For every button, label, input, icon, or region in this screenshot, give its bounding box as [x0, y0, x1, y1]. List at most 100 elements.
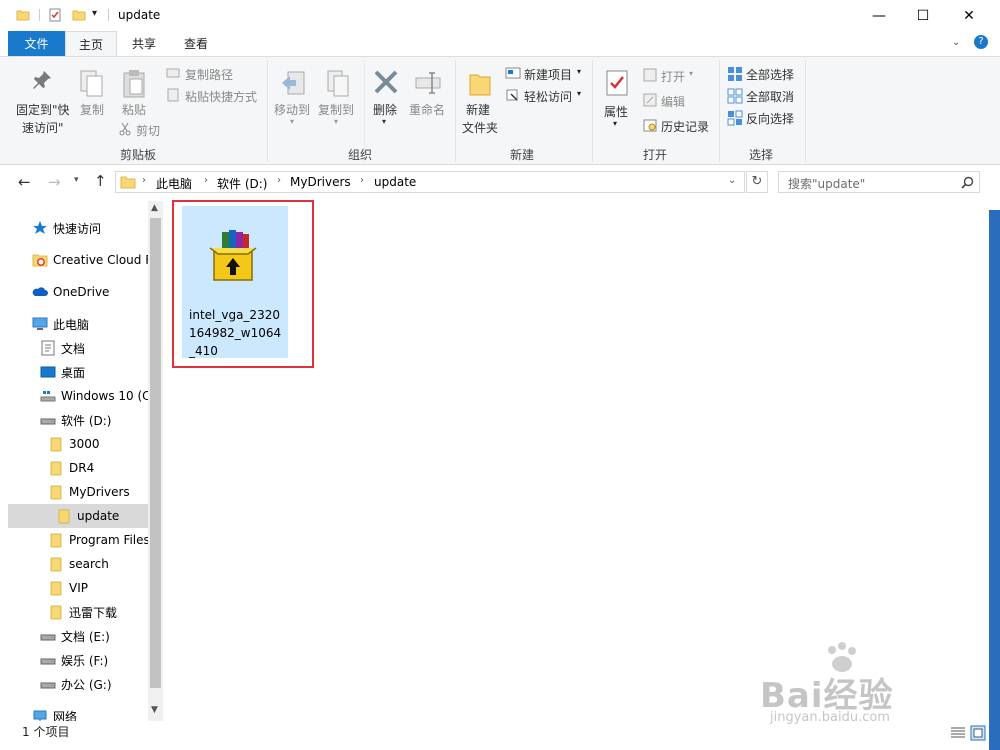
- tab-home[interactable]: 主页: [65, 31, 117, 57]
- title-bar: ▾ update — ☐ ✕: [0, 0, 1000, 31]
- paste-label: 粘贴: [122, 103, 147, 117]
- nav-label: 娱乐 (F:): [61, 653, 109, 668]
- properties-icon: [606, 70, 628, 96]
- open-button[interactable]: 打开 ▾: [643, 67, 713, 85]
- close-button[interactable]: ✕: [946, 0, 992, 31]
- nav-documents[interactable]: 文档: [8, 336, 148, 360]
- tab-share[interactable]: 共享: [120, 31, 168, 56]
- address-dropdown-icon[interactable]: ⌄: [728, 175, 736, 186]
- scroll-up-icon[interactable]: ▲: [151, 203, 158, 213]
- invert-selection-button[interactable]: 反向选择: [727, 109, 801, 127]
- invert-selection-label: 反向选择: [746, 112, 795, 126]
- drive-icon: [40, 658, 56, 665]
- nav-folder-update[interactable]: update: [8, 504, 148, 528]
- edit-label: 编辑: [661, 95, 686, 109]
- nav-folder-thunder-downloads[interactable]: 迅雷下载: [8, 600, 148, 624]
- pin-to-quick-access-button[interactable]: 固定到"快 速访问": [12, 65, 72, 143]
- maximize-button[interactable]: ☐: [900, 0, 946, 31]
- nav-onedrive[interactable]: OneDrive: [8, 280, 148, 304]
- dropdown-arrow-icon: ▾: [689, 69, 694, 78]
- tab-file[interactable]: 文件: [8, 31, 65, 56]
- nav-label: 软件 (D:): [61, 413, 112, 428]
- nav-folder-program-files[interactable]: Program Files: [8, 528, 148, 552]
- scroll-down-icon[interactable]: ▼: [151, 705, 158, 715]
- drive-icon: [40, 418, 56, 425]
- edit-button[interactable]: 编辑: [643, 92, 713, 110]
- nav-drive-c[interactable]: Windows 10 (C: [8, 384, 148, 408]
- delete-button[interactable]: 删除 ▾: [370, 65, 402, 127]
- folder-icon: [50, 533, 62, 548]
- copy-button[interactable]: 复制: [76, 65, 108, 125]
- nav-this-pc[interactable]: 此电脑: [8, 312, 148, 336]
- breadcrumb-this-pc[interactable]: 此电脑: [156, 175, 192, 192]
- nav-label: search: [69, 557, 109, 571]
- nav-drive-g[interactable]: 办公 (G:): [8, 672, 148, 696]
- breadcrumb-separator-icon[interactable]: ›: [360, 175, 364, 186]
- new-item-button[interactable]: 新建项目 ▾: [505, 65, 587, 83]
- help-icon[interactable]: ?: [974, 35, 988, 49]
- scroll-thumb[interactable]: [150, 218, 161, 688]
- easy-access-button[interactable]: 轻松访问 ▾: [505, 87, 587, 105]
- nav-drive-f[interactable]: 娱乐 (F:): [8, 648, 148, 672]
- properties-quick-icon[interactable]: [48, 8, 62, 22]
- breadcrumb-update[interactable]: update: [374, 175, 416, 189]
- annotation-highlight-box: [172, 200, 314, 368]
- paste-shortcut-button[interactable]: 粘贴快捷方式: [166, 87, 266, 105]
- nav-folder-vip[interactable]: VIP: [8, 576, 148, 600]
- search-input[interactable]: 搜索"update": [778, 171, 980, 193]
- nav-quick-access[interactable]: 快速访问: [8, 216, 148, 240]
- nav-folder-3000[interactable]: 3000: [8, 432, 148, 456]
- new-folder-icon: [469, 74, 491, 96]
- properties-button[interactable]: 属性 ▾: [600, 65, 634, 133]
- back-button[interactable]: ←: [18, 173, 31, 191]
- breadcrumb-drive-d[interactable]: 软件 (D:): [217, 175, 267, 192]
- select-all-icon: [728, 67, 742, 81]
- customize-quick-access-icon[interactable]: ▾: [92, 8, 97, 19]
- rename-label: 重命名: [409, 103, 446, 117]
- paste-shortcut-icon: [167, 88, 179, 102]
- folder-icon: [120, 176, 136, 189]
- ribbon-tabs: 文件 主页 共享 查看 ⌄ ?: [0, 31, 1000, 57]
- up-button[interactable]: ↑: [94, 172, 107, 190]
- breadcrumb-separator-icon[interactable]: ›: [204, 175, 208, 186]
- nav-drive-e[interactable]: 文档 (E:): [8, 624, 148, 648]
- nav-label: OneDrive: [53, 285, 110, 299]
- desktop-edge: [989, 210, 1000, 750]
- paste-button[interactable]: 粘贴: [116, 65, 150, 125]
- paste-shortcut-label: 粘贴快捷方式: [185, 90, 258, 104]
- nav-creative-cloud[interactable]: Creative Cloud F: [8, 248, 148, 272]
- watermark-url: jingyan.baidu.com: [770, 710, 890, 725]
- history-button[interactable]: 历史记录: [643, 117, 715, 135]
- nav-network[interactable]: 网络: [8, 704, 148, 721]
- new-item-label: 新建项目: [524, 68, 573, 82]
- ribbon-expand-icon[interactable]: ⌄: [952, 37, 960, 48]
- nav-folder-mydrivers[interactable]: MyDrivers: [8, 480, 148, 504]
- rename-button[interactable]: 重命名: [406, 65, 448, 127]
- new-folder-button[interactable]: 新建 文件夹: [460, 65, 500, 145]
- cut-label: 剪切: [136, 124, 161, 138]
- tab-view[interactable]: 查看: [172, 31, 220, 56]
- cut-button[interactable]: 剪切: [118, 121, 168, 139]
- select-all-button[interactable]: 全部选择: [727, 65, 801, 83]
- nav-folder-dr4[interactable]: DR4: [8, 456, 148, 480]
- search-icon[interactable]: [961, 176, 974, 189]
- refresh-button[interactable]: ↻: [746, 171, 768, 193]
- nav-label: 文档: [61, 341, 86, 356]
- forward-button[interactable]: →: [48, 173, 61, 191]
- copy-to-button[interactable]: 复制到 ▾: [318, 65, 358, 127]
- select-none-button[interactable]: 全部取消: [727, 87, 801, 105]
- new-folder-quick-icon[interactable]: [72, 8, 86, 22]
- nav-desktop[interactable]: 桌面: [8, 360, 148, 384]
- breadcrumb-separator-icon[interactable]: ›: [142, 175, 146, 186]
- breadcrumb-mydrivers[interactable]: MyDrivers: [290, 175, 351, 189]
- nav-drive-d[interactable]: 软件 (D:): [8, 408, 148, 432]
- nav-folder-search[interactable]: search: [8, 552, 148, 576]
- breadcrumb-separator-icon[interactable]: ›: [277, 175, 281, 186]
- minimize-button[interactable]: —: [856, 0, 902, 31]
- move-to-button[interactable]: 移动到 ▾: [274, 65, 314, 127]
- recent-locations-icon[interactable]: ▾: [74, 175, 79, 185]
- nav-scrollbar[interactable]: ▲ ▼: [148, 201, 163, 721]
- copy-path-button[interactable]: 复制路径: [166, 65, 256, 83]
- ribbon: 固定到"快 速访问" 复制 粘贴 复制路径 粘贴快捷方式 剪切 剪贴板 移动到 …: [0, 56, 1000, 165]
- address-bar[interactable]: › 此电脑 › 软件 (D:) › MyDrivers › update ⌄: [115, 171, 745, 193]
